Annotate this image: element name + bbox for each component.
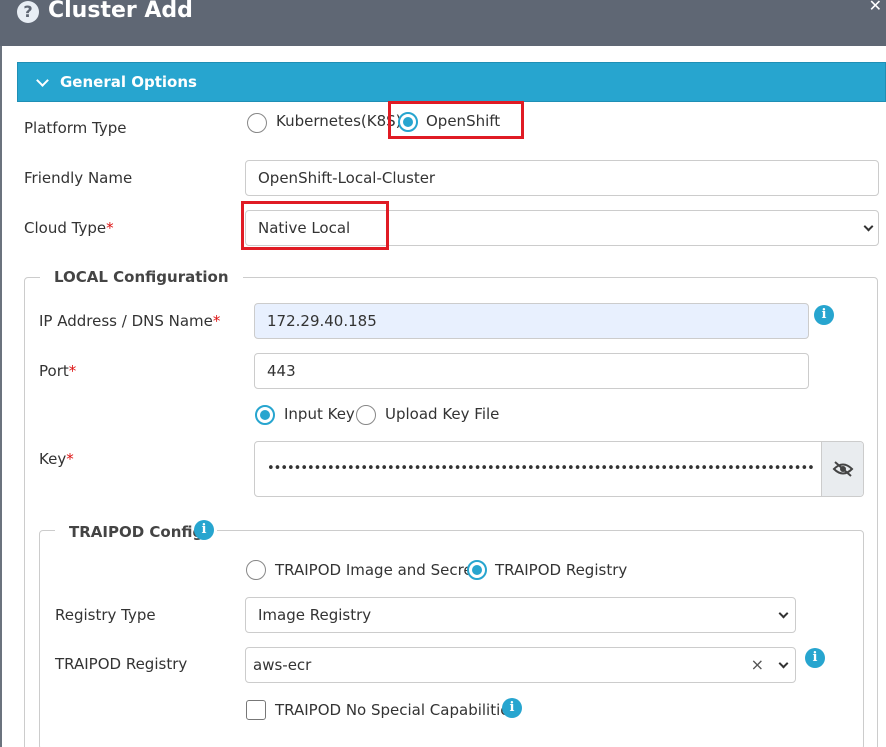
section-title: General Options [60,73,197,91]
registry-type-select[interactable]: Image Registry [245,597,796,633]
traipod-registry-label: TRAIPOD Registry [55,655,188,673]
friendly-name-input[interactable]: OpenShift-Local-Cluster [245,160,879,196]
key-input[interactable]: ••••••••••••••••••••••••••••••••••••••••… [254,441,864,497]
ip-label: IP Address / DNS Name* [39,312,221,330]
dialog-body: General Options Platform Type Kubernetes… [2,46,886,747]
info-icon[interactable]: i [814,305,834,325]
radio-upload-key-file[interactable] [356,405,376,425]
eye-slash-icon [832,461,854,477]
port-input[interactable]: 443 [254,353,809,389]
radio-kubernetes[interactable] [247,113,267,133]
radio-upload-key-file-label[interactable]: Upload Key File [385,405,499,423]
local-configuration-legend: LOCAL Configuration [40,268,243,286]
radio-input-key-label[interactable]: Input Key [284,405,355,423]
no-special-capabilities-label[interactable]: TRAIPOD No Special Capabilities [275,701,517,719]
general-options-header[interactable]: General Options [17,62,886,102]
toggle-visibility-button[interactable] [821,442,863,496]
radio-input-key[interactable] [255,405,275,425]
traipod-registry-value: aws-ecr [253,656,312,674]
key-label: Key* [39,450,74,468]
platform-type-label: Platform Type [24,119,127,137]
traipod-config-legend: TRAIPOD Config [55,523,218,541]
chevron-down-icon [36,74,49,87]
port-label: Port* [39,362,77,380]
radio-traipod-image-secret[interactable] [246,560,266,580]
chevron-down-icon [778,658,789,669]
friendly-name-label: Friendly Name [24,169,133,187]
radio-traipod-registry[interactable] [467,560,487,580]
no-special-capabilities-checkbox[interactable] [246,700,266,720]
info-icon[interactable]: i [502,698,522,718]
clear-icon[interactable]: × [751,648,764,682]
info-icon[interactable]: i [805,648,825,668]
ip-input[interactable]: 172.29.40.185 [254,303,809,339]
dialog-title: Cluster Add [48,0,193,23]
help-icon[interactable]: ? [17,1,39,23]
chevron-down-icon [778,608,789,619]
close-icon[interactable]: ✕ [869,0,882,15]
traipod-registry-select[interactable]: aws-ecr × [245,647,796,683]
radio-traipod-image-secret-label[interactable]: TRAIPOD Image and Secret [275,561,479,579]
radio-traipod-registry-label[interactable]: TRAIPOD Registry [495,561,627,579]
registry-type-value: Image Registry [258,606,372,624]
registry-type-label: Registry Type [55,606,156,624]
cloud-type-label: Cloud Type* [24,219,114,237]
highlight-openshift [388,101,524,139]
key-value: ••••••••••••••••••••••••••••••••••••••••… [267,461,815,476]
dialog-titlebar: ? Cluster Add ✕ [0,0,886,46]
info-icon[interactable]: i [194,520,214,540]
highlight-cloud-type [241,201,389,250]
radio-kubernetes-label[interactable]: Kubernetes(K8S) [276,112,402,130]
chevron-down-icon [863,221,874,232]
